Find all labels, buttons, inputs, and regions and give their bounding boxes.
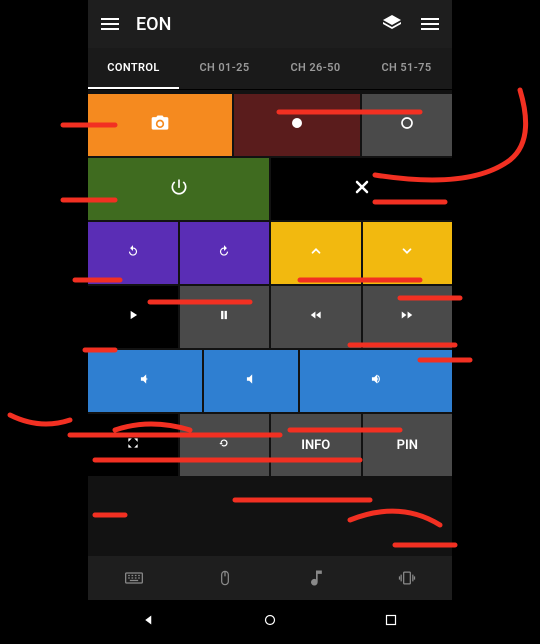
- refresh-button[interactable]: [180, 414, 270, 476]
- mouse-icon[interactable]: [214, 567, 236, 589]
- up-button[interactable]: [271, 222, 361, 284]
- music-icon[interactable]: [305, 567, 327, 589]
- forward-icon: [400, 308, 414, 326]
- info-label: INFO: [301, 438, 330, 453]
- rotate-ccw-button[interactable]: [88, 222, 178, 284]
- more-menu-icon[interactable]: [418, 12, 442, 36]
- tab-label: CH 26-50: [290, 61, 340, 74]
- power-button[interactable]: [88, 158, 269, 220]
- tab-label: CH 51-75: [381, 61, 431, 74]
- refresh-icon: [217, 436, 231, 454]
- close-icon: [352, 177, 372, 201]
- record-button[interactable]: [234, 94, 360, 156]
- rotate-cw-icon: [217, 244, 231, 262]
- volume-down-button[interactable]: [88, 350, 202, 412]
- info-button[interactable]: INFO: [271, 414, 361, 476]
- play-button[interactable]: [88, 286, 178, 348]
- nav-home-icon[interactable]: [261, 611, 279, 633]
- volume-up-icon: [369, 372, 383, 390]
- tab-label: CONTROL: [107, 61, 159, 74]
- menu-icon[interactable]: [98, 12, 122, 36]
- volume-down-icon: [138, 372, 152, 390]
- tab-ch-51-75[interactable]: CH 51-75: [361, 48, 452, 89]
- bottom-bar: [88, 556, 452, 600]
- tab-ch-01-25[interactable]: CH 01-25: [179, 48, 270, 89]
- control-grid: INFO PIN: [88, 90, 452, 556]
- rotate-cw-button[interactable]: [180, 222, 270, 284]
- pin-button[interactable]: PIN: [363, 414, 453, 476]
- chevron-up-icon: [309, 244, 323, 262]
- tab-label: CH 01-25: [199, 61, 249, 74]
- pin-label: PIN: [397, 438, 418, 453]
- fullscreen-icon: [126, 436, 140, 454]
- system-nav-bar: [88, 600, 452, 644]
- chevron-down-icon: [400, 244, 414, 262]
- record-outline-button[interactable]: [362, 94, 452, 156]
- tab-ch-26-50[interactable]: CH 26-50: [270, 48, 361, 89]
- volume-up-button[interactable]: [300, 350, 452, 412]
- play-icon: [126, 308, 140, 326]
- forward-button[interactable]: [363, 286, 453, 348]
- app-bar: EON: [88, 0, 452, 48]
- pause-button[interactable]: [180, 286, 270, 348]
- camera-icon: [150, 113, 170, 137]
- rewind-button[interactable]: [271, 286, 361, 348]
- nav-back-icon[interactable]: [140, 611, 158, 633]
- circle-outline-icon: [397, 113, 417, 137]
- rotate-ccw-icon: [126, 244, 140, 262]
- keyboard-icon[interactable]: [123, 567, 145, 589]
- camera-button[interactable]: [88, 94, 232, 156]
- volume-mute-icon: [244, 372, 258, 390]
- vibrate-icon[interactable]: [396, 567, 418, 589]
- record-filled-icon: [287, 113, 307, 137]
- nav-recent-icon[interactable]: [382, 611, 400, 633]
- tab-bar: CONTROL CH 01-25 CH 26-50 CH 51-75: [88, 48, 452, 90]
- app-title: EON: [136, 14, 366, 35]
- layers-icon[interactable]: [380, 12, 404, 36]
- rewind-icon: [309, 308, 323, 326]
- power-icon: [169, 177, 189, 201]
- pause-icon: [217, 308, 231, 326]
- app-screen: EON CONTROL CH 01-25 CH 26-50 CH 51-75: [88, 0, 452, 644]
- tab-control[interactable]: CONTROL: [88, 48, 179, 89]
- down-button[interactable]: [363, 222, 453, 284]
- close-button[interactable]: [271, 158, 452, 220]
- fullscreen-button[interactable]: [88, 414, 178, 476]
- volume-mute-button[interactable]: [204, 350, 299, 412]
